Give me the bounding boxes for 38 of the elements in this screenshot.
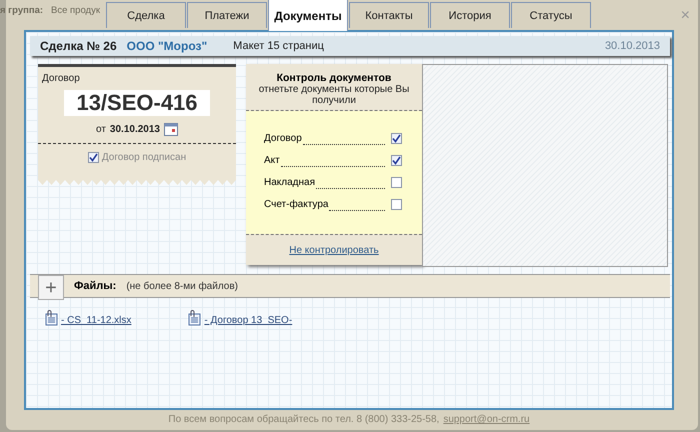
control-title: Контроль документов — [276, 72, 392, 84]
tab[interactable]: Платежи — [187, 2, 267, 28]
tab[interactable]: Контакты — [349, 2, 429, 28]
control-subtitle: отнетьте документы которые Вы получили — [258, 84, 410, 106]
attachment-icon — [44, 310, 58, 326]
document-label: Договор — [264, 132, 302, 144]
files-title: Файлы: — [74, 280, 116, 292]
file-link[interactable]: - CS 11-12.xlsx — [61, 315, 132, 326]
tab[interactable]: История — [430, 2, 510, 28]
tab[interactable]: Документы — [268, 0, 348, 31]
document-label: Накладная — [264, 176, 316, 188]
footer-text: По всем вопросам обращайтесь по тел. 8 (800) 333-25-58, — [168, 414, 440, 425]
attachment-icon — [187, 310, 202, 326]
contract-date: 30.10.2013 — [110, 124, 160, 135]
group-label: я группа: — [0, 5, 44, 16]
deal-title: Сделка № 26 — [40, 39, 117, 53]
document-checkbox[interactable] — [391, 154, 402, 166]
signed-label: Договор подписан — [102, 152, 186, 163]
deal-note: Макет 15 страниц — [233, 40, 324, 52]
signed-checkbox[interactable] — [88, 152, 99, 163]
contract-number: 13/SEO-416 — [64, 90, 210, 116]
deal-date: 30.10.2013 — [604, 40, 660, 52]
file-link[interactable]: - Договор 13 SEO- — [204, 315, 292, 326]
document-checkbox[interactable] — [391, 176, 402, 188]
document-checkbox[interactable] — [391, 198, 402, 210]
add-file-button[interactable]: + — [38, 275, 64, 300]
company-link[interactable]: ООО "Мороз" — [126, 39, 208, 53]
document-checkbox[interactable] — [391, 132, 402, 144]
contract-label: Договор — [41, 73, 81, 84]
tab[interactable]: Статусы — [511, 2, 591, 28]
tab[interactable]: Сделка — [106, 2, 186, 28]
group-value: Все продук — [51, 5, 100, 16]
date-prefix: от — [96, 124, 106, 135]
calendar-icon[interactable] — [164, 123, 178, 136]
no-control-link[interactable]: Не контролировать — [289, 244, 379, 256]
files-hint: (не более 8-ми файлов) — [126, 280, 238, 292]
document-label: Счет-фактура — [264, 198, 328, 210]
document-label: Акт — [264, 154, 280, 166]
